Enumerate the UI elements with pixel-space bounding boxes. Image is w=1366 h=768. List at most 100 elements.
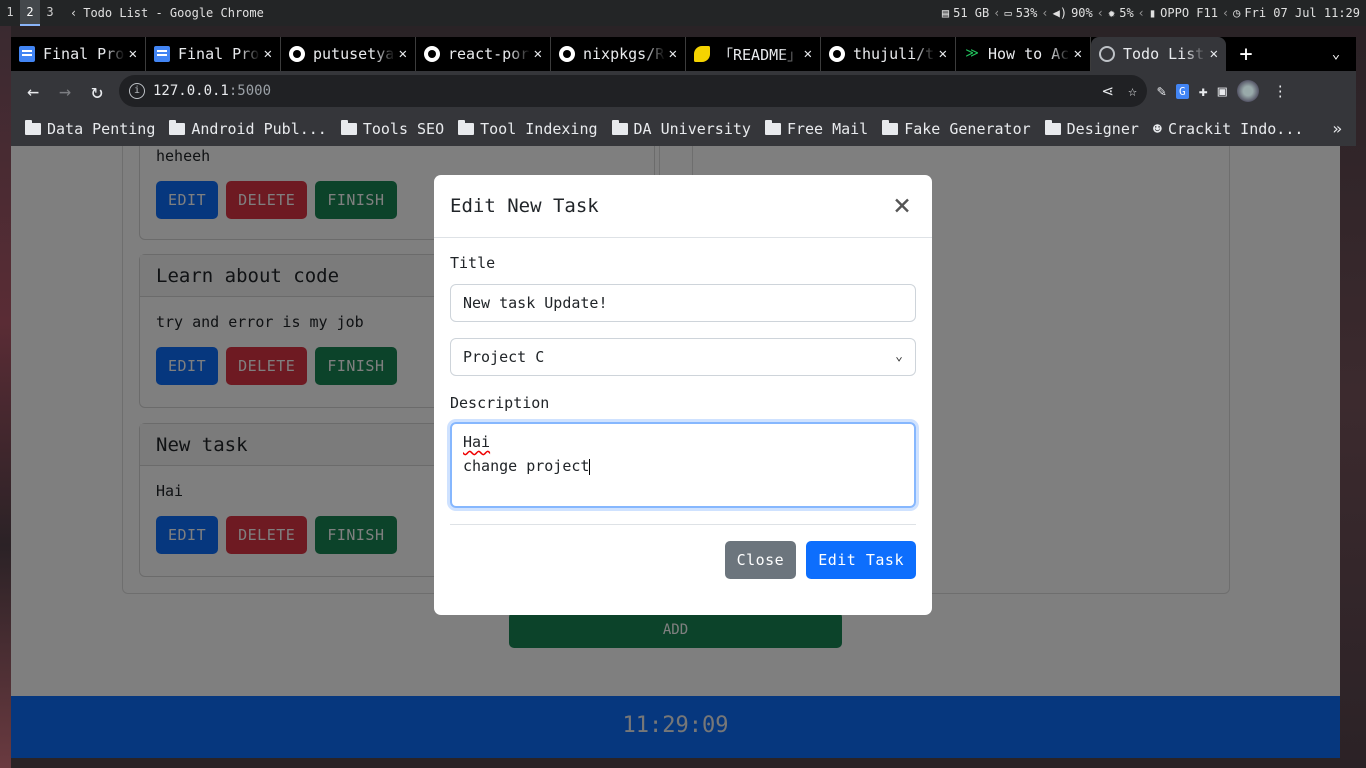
close-icon[interactable]: ✕	[1210, 46, 1218, 62]
tab-label: 「README」	[718, 45, 800, 64]
crackit-favicon-icon: ☻	[1152, 119, 1162, 138]
tab-readme[interactable]: 「README」 ✕	[686, 37, 821, 71]
folder-icon	[458, 119, 475, 135]
close-icon[interactable]: ✕	[264, 46, 272, 62]
info-icon[interactable]: i	[129, 83, 145, 99]
bookmark-fake-generator[interactable]: Fake Generator	[882, 119, 1031, 138]
bookmark-da-university[interactable]: DA University	[611, 119, 751, 138]
globe-icon	[1099, 46, 1115, 62]
folder-icon	[1044, 119, 1061, 135]
close-icon[interactable]: ✕	[129, 46, 137, 62]
description-textarea[interactable]: Hai change project	[450, 422, 916, 508]
workspace-1[interactable]: 1	[0, 0, 20, 26]
volume-icon: ◀)	[1052, 6, 1068, 20]
tab-final-pro-1[interactable]: Final Pro ✕	[11, 37, 146, 71]
back-button[interactable]: ←	[17, 75, 49, 107]
storage-value: 51 GB	[953, 6, 990, 20]
description-line-2: change project	[463, 457, 590, 475]
tab-how-to[interactable]: ≫ How to Ac ✕	[956, 37, 1091, 71]
profile-avatar[interactable]	[1236, 80, 1259, 102]
github-icon	[289, 46, 305, 62]
brightness-value: 5%	[1119, 6, 1134, 20]
new-tab-button[interactable]: +	[1226, 37, 1266, 71]
close-button[interactable]: Close	[724, 541, 797, 579]
storage-icon: ▤	[941, 6, 950, 20]
bookmark-star-icon[interactable]: ☆	[1128, 82, 1137, 100]
url-host: 127.0.0.1	[153, 83, 229, 99]
tab-strip: Final Pro ✕ Final Pro ✕ putusetya ✕ react-p…	[11, 37, 1356, 71]
bookmark-label: Android Publ...	[191, 119, 327, 138]
folder-icon	[340, 119, 357, 135]
url-port: :5000	[228, 83, 272, 99]
bookmark-label: Crackit Indo...	[1167, 119, 1304, 138]
system-tray: ▤ 51 GB ‹ ▭ 53% ‹ ◀) 90% ‹ ✹ 5% ‹ ▮ OPPO F11 …	[941, 6, 1360, 20]
tab-label: nixpkgs/R	[583, 45, 665, 63]
close-icon[interactable]: ✕	[669, 46, 677, 62]
folder-icon	[764, 119, 781, 135]
clock-icon: ◷	[1233, 6, 1241, 20]
os-top-bar: 1 2 3 ‹ Todo List - Google Chrome ▤ 51 GB…	[0, 0, 1366, 26]
close-icon[interactable]: ✕	[804, 46, 812, 62]
bookmark-android-publ[interactable]: Android Publ...	[169, 119, 327, 138]
lemon-icon	[694, 46, 710, 62]
translate-extension-icon[interactable]: G	[1176, 83, 1189, 99]
bookmark-crackit-indo[interactable]: ☻ Crackit Indo...	[1153, 120, 1304, 138]
workspace-3[interactable]: 3	[40, 0, 60, 26]
bookmark-label: Tool Indexing	[480, 119, 598, 138]
close-icon[interactable]: ✕	[399, 46, 407, 62]
extensions-area: ✎ G ✚ ▣ ⋮	[1157, 80, 1288, 102]
text-caret	[589, 458, 591, 475]
bookmark-label: Tools SEO	[362, 119, 445, 138]
bookmarks-bar: Data Penting Android Publ... Tools SEO T…	[11, 111, 1356, 146]
wallpaper-left	[0, 26, 11, 768]
close-icon[interactable]: ✕	[939, 46, 947, 62]
bookmark-free-mail[interactable]: Free Mail	[764, 119, 868, 138]
close-icon[interactable]: ✕	[1074, 46, 1082, 62]
more-bookmarks-icon[interactable]: »	[1332, 119, 1342, 138]
tab-thujuli[interactable]: thujuli/t ✕	[821, 37, 956, 71]
bookmark-label: DA University	[633, 119, 751, 138]
workspace-2[interactable]: 2	[20, 0, 40, 26]
edit-task-button[interactable]: Edit Task	[806, 541, 916, 579]
side-panel-icon[interactable]: ▣	[1218, 82, 1227, 100]
window-title-separator: ‹	[70, 6, 78, 20]
tab-putusetya[interactable]: putusetya ✕	[281, 37, 416, 71]
project-select[interactable]: Project C ⌄	[450, 338, 916, 376]
tab-final-pro-2[interactable]: Final Pro ✕	[146, 37, 281, 71]
bookmark-tools-seo[interactable]: Tools SEO	[340, 119, 445, 138]
brightness-icon: ✹	[1107, 6, 1116, 20]
tab-label: putusetya	[313, 45, 395, 63]
forward-button[interactable]: →	[49, 75, 81, 107]
arrow-right-icon: →	[58, 79, 72, 103]
edit-task-modal: Edit New Task × Title New task Update! P…	[434, 175, 932, 615]
close-icon[interactable]: ✕	[534, 46, 542, 62]
pen-extension-icon[interactable]: ✎	[1157, 82, 1166, 100]
bookmark-data-penting[interactable]: Data Penting	[25, 119, 155, 138]
tab-label: Final Pro	[178, 45, 260, 63]
docs-icon	[19, 46, 35, 62]
tab-label: thujuli/t	[853, 45, 935, 63]
folder-icon	[611, 119, 628, 135]
description-line-1: Hai	[463, 433, 491, 451]
tab-label: react-por	[448, 45, 530, 63]
reload-button[interactable]: ↻	[81, 75, 113, 107]
docs-icon	[154, 46, 170, 62]
plus-icon: +	[1239, 41, 1253, 67]
title-input[interactable]: New task Update!	[450, 284, 916, 322]
puzzle-extensions-icon[interactable]: ✚	[1199, 82, 1208, 100]
window-title: Todo List - Google Chrome	[83, 6, 264, 20]
tab-nixpkgs[interactable]: nixpkgs/R ✕	[551, 37, 686, 71]
address-bar[interactable]: i 127.0.0.1:5000 ⋖ ☆	[119, 75, 1147, 107]
share-icon[interactable]: ⋖	[1101, 82, 1114, 100]
reload-icon: ↻	[90, 79, 104, 103]
bookmark-designer[interactable]: Designer	[1044, 119, 1139, 138]
tab-search-button[interactable]: ⌄	[1316, 37, 1356, 71]
project-selected-value: Project C	[463, 348, 545, 366]
tab-react-por[interactable]: react-por ✕	[416, 37, 551, 71]
tab-todo-list[interactable]: Todo List ✕	[1091, 37, 1226, 71]
code-icon: ≫	[965, 46, 979, 61]
browser-toolbar: ← → ↻ i 127.0.0.1:5000 ⋖ ☆ ✎ G ✚ ▣ ⋮	[11, 71, 1356, 111]
bookmark-tool-indexing[interactable]: Tool Indexing	[458, 119, 598, 138]
menu-dots-icon[interactable]: ⋮	[1273, 82, 1288, 100]
close-icon[interactable]: ×	[888, 191, 916, 221]
